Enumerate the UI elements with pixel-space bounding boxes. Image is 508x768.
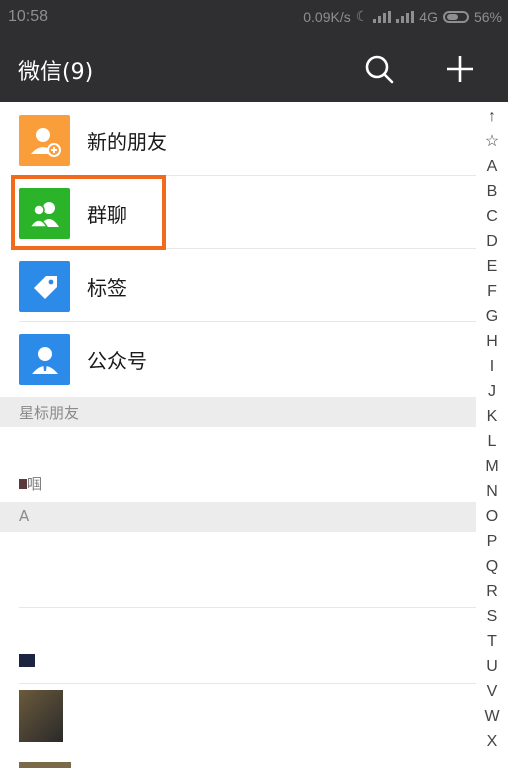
menu-item-tags[interactable]: 标签 xyxy=(0,249,476,322)
menu-item-new-friends[interactable]: 新的朋友 xyxy=(0,103,476,176)
alphabet-index[interactable]: ↑ ☆ A B C D E F G H I J K L M N O P Q R S T U V W X xyxy=(480,104,504,754)
search-icon[interactable] xyxy=(362,52,396,86)
index-letter[interactable]: U xyxy=(480,654,504,679)
index-letter[interactable]: P xyxy=(480,529,504,554)
signal-icon-2 xyxy=(396,10,415,23)
index-letter[interactable]: V xyxy=(480,679,504,704)
index-letter[interactable]: A xyxy=(480,154,504,179)
index-letter[interactable]: D xyxy=(480,229,504,254)
index-letter[interactable]: B xyxy=(480,179,504,204)
section-header-starred: 星标朋友 xyxy=(0,397,476,427)
index-letter[interactable]: N xyxy=(480,479,504,504)
index-letter[interactable]: Q xyxy=(480,554,504,579)
index-letter[interactable]: T xyxy=(480,629,504,654)
index-letter[interactable]: L xyxy=(480,429,504,454)
contact-row[interactable]: 啯 xyxy=(0,427,476,500)
index-letter[interactable]: H xyxy=(480,329,504,354)
contact-name: 啯 xyxy=(27,475,43,493)
section-label: 星标朋友 xyxy=(19,404,80,422)
network-type: 4G xyxy=(419,8,438,25)
add-friend-icon xyxy=(19,115,70,166)
battery-level: 56% xyxy=(473,8,502,25)
official-account-icon xyxy=(19,334,70,385)
moon-icon: ☾ xyxy=(355,8,369,24)
contact-row[interactable] xyxy=(0,608,476,684)
plus-icon[interactable] xyxy=(443,52,477,86)
avatar xyxy=(19,690,63,742)
index-letter[interactable]: G xyxy=(480,304,504,329)
index-letter[interactable]: ☆ xyxy=(480,129,504,154)
index-letter[interactable]: I xyxy=(480,354,504,379)
title-bar: 微信(9) xyxy=(0,34,508,102)
menu-item-label: 新的朋友 xyxy=(87,130,167,154)
tag-icon xyxy=(19,261,70,312)
avatar xyxy=(19,479,27,489)
signal-icon xyxy=(373,10,392,23)
index-letter[interactable]: ↑ xyxy=(480,104,504,129)
index-letter[interactable]: O xyxy=(480,504,504,529)
index-letter[interactable]: R xyxy=(480,579,504,604)
index-letter[interactable]: S xyxy=(480,604,504,629)
menu-item-label: 公众号 xyxy=(87,349,147,373)
section-label: A xyxy=(19,507,30,525)
index-letter[interactable]: J xyxy=(480,379,504,404)
avatar xyxy=(19,762,71,768)
avatar xyxy=(19,654,35,667)
network-speed: 0.09K/s xyxy=(303,8,351,25)
status-bar: 10:58 0.09K/s ☾ 4G 56% xyxy=(0,0,508,34)
index-letter[interactable]: X xyxy=(480,729,504,754)
status-right-group: 0.09K/s ☾ 4G 56% xyxy=(303,8,502,25)
index-letter[interactable]: C xyxy=(480,204,504,229)
status-time: 10:58 xyxy=(8,8,49,25)
contact-row[interactable] xyxy=(0,684,476,768)
menu-item-official-accounts[interactable]: 公众号 xyxy=(0,322,476,395)
index-letter[interactable]: K xyxy=(480,404,504,429)
highlight-box xyxy=(11,175,166,250)
index-letter[interactable]: E xyxy=(480,254,504,279)
contact-row[interactable] xyxy=(0,532,476,608)
battery-icon xyxy=(442,10,469,23)
section-header-a: A xyxy=(0,502,476,532)
page-title: 微信(9) xyxy=(18,60,94,85)
index-letter[interactable]: W xyxy=(480,704,504,729)
index-letter[interactable]: M xyxy=(480,454,504,479)
menu-item-label: 标签 xyxy=(87,276,127,300)
index-letter[interactable]: F xyxy=(480,279,504,304)
